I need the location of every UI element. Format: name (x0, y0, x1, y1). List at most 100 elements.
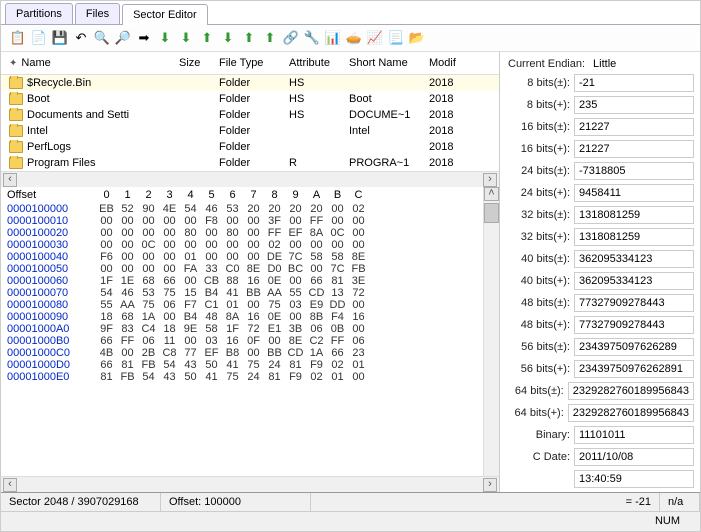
hex-byte[interactable]: F4 (327, 311, 348, 323)
hex-byte[interactable]: 00 (180, 335, 201, 347)
list-icon[interactable]: 📃 (387, 29, 405, 47)
file-row[interactable]: $Recycle.BinFolderHS2018 (1, 75, 499, 91)
hex-byte[interactable]: 77 (180, 347, 201, 359)
hex-byte[interactable]: 00 (180, 275, 201, 287)
hex-byte[interactable]: 23 (348, 347, 369, 359)
hex-byte[interactable]: 8E (348, 251, 369, 263)
hex-byte[interactable]: 00 (222, 239, 243, 251)
hex-byte[interactable]: CB (201, 275, 222, 287)
hex-row[interactable]: 000010003000000C00000000000200000000 (1, 239, 499, 251)
hex-byte[interactable]: 0C (327, 227, 348, 239)
col-size[interactable]: Size (175, 55, 215, 71)
up-icon[interactable]: ⬆ (198, 29, 216, 47)
hex-row[interactable]: 00001000A09F83C4189E581F72E13B060B00 (1, 323, 499, 335)
prev-icon[interactable]: ⬇ (177, 29, 195, 47)
folder-icon[interactable]: 📂 (408, 29, 426, 47)
file-list[interactable]: $Recycle.BinFolderHS2018BootFolderHSBoot… (1, 75, 499, 171)
hex-byte[interactable]: 00 (117, 215, 138, 227)
hex-byte[interactable]: 50 (180, 371, 201, 383)
hex-byte[interactable]: 81 (96, 371, 117, 383)
hex-row[interactable]: 00001000100000000000F800003F00FF0000 (1, 215, 499, 227)
chart-icon[interactable]: 📈 (366, 29, 384, 47)
hex-byte[interactable]: 00 (306, 263, 327, 275)
hex-row[interactable]: 00001000601F1E686600CB88160E0066813E (1, 275, 499, 287)
hex-byte[interactable]: 00 (180, 215, 201, 227)
hex-byte[interactable]: 20 (306, 203, 327, 215)
hex-byte[interactable]: 00 (201, 227, 222, 239)
hex-byte[interactable]: 48 (201, 311, 222, 323)
hex-byte[interactable]: 02 (264, 239, 285, 251)
hex-byte[interactable]: B4 (201, 287, 222, 299)
hex-byte[interactable]: 00 (138, 215, 159, 227)
hex-byte[interactable]: FA (180, 263, 201, 275)
hex-byte[interactable]: 46 (201, 203, 222, 215)
hex-byte[interactable]: 24 (264, 359, 285, 371)
hex-byte[interactable]: 1A (306, 347, 327, 359)
hex-byte[interactable]: 00 (243, 347, 264, 359)
hex-byte[interactable]: 1A (138, 311, 159, 323)
hex-byte[interactable]: BB (264, 347, 285, 359)
hex-byte[interactable]: BC (285, 263, 306, 275)
hex-byte[interactable]: F9 (285, 371, 306, 383)
hex-byte[interactable]: 43 (159, 371, 180, 383)
hex-row[interactable]: 000010009018681A00B4488A160E008BF416 (1, 311, 499, 323)
hex-byte[interactable]: 00 (117, 227, 138, 239)
hex-byte[interactable]: 54 (159, 359, 180, 371)
hex-byte[interactable]: 00 (159, 263, 180, 275)
hex-byte[interactable]: 1E (117, 275, 138, 287)
hex-editor[interactable]: Offset 0123456789ABC 0000100000EB52904E5… (1, 187, 499, 476)
info-value[interactable]: 2343975097626289 (574, 338, 694, 356)
hex-byte[interactable]: 01 (180, 251, 201, 263)
hex-byte[interactable]: 03 (285, 299, 306, 311)
hex-byte[interactable]: 11 (159, 335, 180, 347)
hex-byte[interactable]: 00 (96, 227, 117, 239)
hex-byte[interactable]: 00 (348, 239, 369, 251)
hex-byte[interactable]: FF (117, 335, 138, 347)
hex-byte[interactable]: 81 (327, 275, 348, 287)
hex-byte[interactable]: C8 (159, 347, 180, 359)
hex-byte[interactable]: 01 (348, 359, 369, 371)
hex-byte[interactable]: F6 (96, 251, 117, 263)
hex-byte[interactable]: 00 (117, 347, 138, 359)
col-attr[interactable]: Attribute (285, 55, 345, 71)
hex-byte[interactable]: 0B (327, 323, 348, 335)
info-value[interactable]: 77327909278443 (574, 316, 694, 334)
hex-byte[interactable]: FB (348, 263, 369, 275)
hex-byte[interactable]: 00 (159, 239, 180, 251)
hex-byte[interactable]: 75 (243, 359, 264, 371)
file-hscroll[interactable]: ‹ › (1, 171, 499, 187)
hex-byte[interactable]: 43 (180, 359, 201, 371)
hex-row[interactable]: 0000100040F600000001000000DE7C58588E (1, 251, 499, 263)
search-icon[interactable]: 🔍 (93, 29, 111, 47)
hex-byte[interactable]: 00 (348, 299, 369, 311)
copy-icon[interactable]: 📋 (9, 29, 27, 47)
hex-byte[interactable]: 20 (264, 203, 285, 215)
hex-byte[interactable]: 75 (138, 299, 159, 311)
info-value[interactable]: 2011/10/08 (574, 448, 694, 466)
hex-byte[interactable]: 4B (96, 347, 117, 359)
hex-byte[interactable]: CD (285, 347, 306, 359)
hex-byte[interactable]: 81 (285, 359, 306, 371)
info-value[interactable]: 23439750976262891 (574, 360, 694, 378)
file-row[interactable]: Program FilesFolderRPROGRA~12018 (1, 155, 499, 171)
hex-row[interactable]: 00001000D06681FB54435041752481F90201 (1, 359, 499, 371)
hex-byte[interactable]: 00 (306, 239, 327, 251)
hex-byte[interactable]: C4 (138, 323, 159, 335)
hex-byte[interactable]: 15 (180, 287, 201, 299)
hex-byte[interactable]: 00 (159, 251, 180, 263)
hex-byte[interactable]: 00 (96, 263, 117, 275)
find-next-icon[interactable]: 🔎 (114, 29, 132, 47)
hex-row[interactable]: 000010005000000000FA33C08ED0BC007CFB (1, 263, 499, 275)
hex-byte[interactable]: 00 (327, 239, 348, 251)
hex-byte[interactable]: 8B (306, 311, 327, 323)
hex-byte[interactable]: 8E (285, 335, 306, 347)
hex-byte[interactable]: 20 (285, 203, 306, 215)
hex-row[interactable]: 000010008055AA7506F7C101007503E9DD00 (1, 299, 499, 311)
hex-byte[interactable]: 2B (138, 347, 159, 359)
hex-byte[interactable]: 00 (138, 263, 159, 275)
hex-byte[interactable]: EF (201, 347, 222, 359)
hex-byte[interactable]: C0 (222, 263, 243, 275)
hex-byte[interactable]: 54 (96, 287, 117, 299)
scroll-thumb[interactable] (484, 203, 499, 223)
col-short[interactable]: Short Name (345, 55, 425, 71)
